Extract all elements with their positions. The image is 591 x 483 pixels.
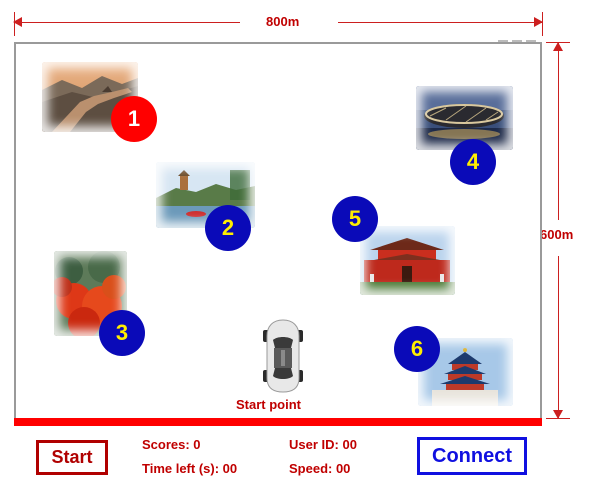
time-left-readout: Time left (s): 00 (142, 461, 238, 476)
height-dimension-label: 600m (540, 227, 574, 242)
height-dimension-line-top (558, 42, 559, 220)
height-dimension-line-bottom (558, 256, 559, 418)
start-point-label: Start point (236, 397, 301, 412)
width-tick-left (14, 12, 15, 36)
field-bottom-bar (14, 418, 542, 426)
field-corner-decoration (498, 40, 538, 42)
connect-button[interactable]: Connect (417, 437, 527, 475)
width-dimension-label: 800m (262, 14, 304, 29)
landmark-marker-2[interactable]: 2 (205, 205, 251, 251)
width-tick-right (542, 12, 543, 36)
landmark-marker-4[interactable]: 4 (450, 139, 496, 185)
landmark-photo-tiananmen (360, 226, 455, 295)
height-arrow-up-icon (553, 42, 563, 51)
width-dimension-line-left (14, 22, 240, 23)
landmark-marker-5[interactable]: 5 (332, 196, 378, 242)
start-button[interactable]: Start (36, 440, 108, 475)
height-tick-top (546, 42, 570, 43)
height-tick-bottom (546, 418, 570, 419)
landmark-marker-6[interactable]: 6 (394, 326, 440, 372)
width-dimension-line-right (338, 22, 542, 23)
landmark-marker-3[interactable]: 3 (99, 310, 145, 356)
scores-readout: Scores: 0 (142, 437, 201, 452)
landmark-marker-1[interactable]: 1 (111, 96, 157, 142)
car-icon[interactable] (261, 318, 305, 394)
user-id-readout: User ID: 00 (289, 437, 357, 452)
speed-readout: Speed: 00 (289, 461, 351, 476)
